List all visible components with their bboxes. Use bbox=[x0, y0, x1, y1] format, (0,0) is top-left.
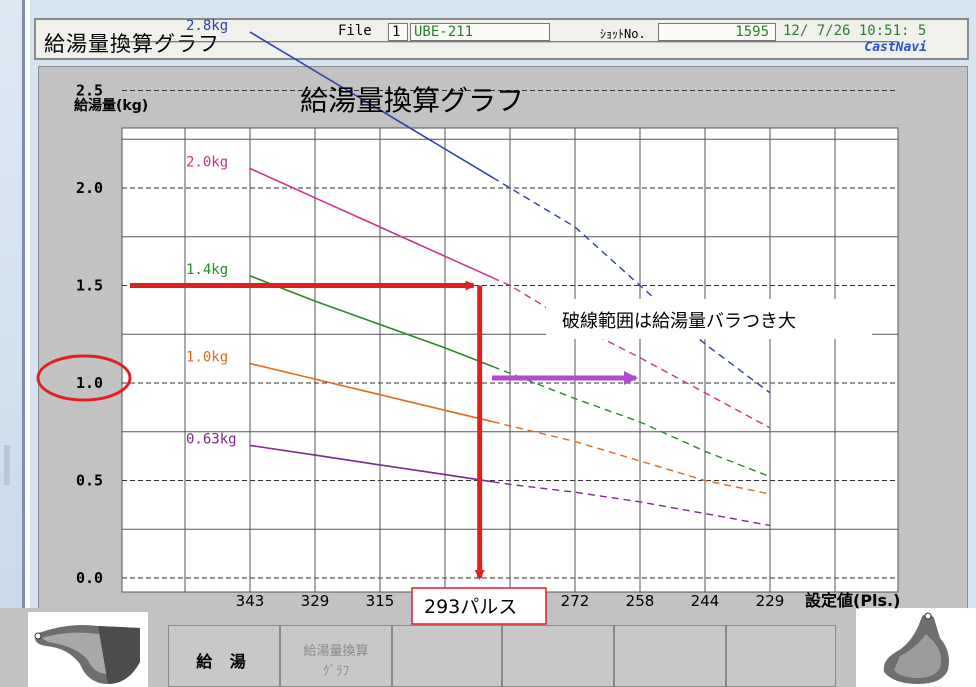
y-tick-label: 1.5 bbox=[76, 277, 103, 295]
x-tick-label: 329 bbox=[301, 592, 330, 610]
y-tick-label: 2.0 bbox=[76, 179, 103, 197]
x-tick-label: 343 bbox=[236, 592, 265, 610]
y-tick-label: 3.0 bbox=[76, 0, 103, 2]
series-label: 2.8kg bbox=[186, 18, 228, 34]
series-label: 1.0kg bbox=[186, 350, 228, 366]
dashed-range-note: 破線範囲は給湯量バラつき大 bbox=[562, 311, 796, 332]
y-tick-label: 1.0 bbox=[76, 374, 103, 392]
series-label: 1.4kg bbox=[186, 262, 228, 278]
y-tick-label: 0.5 bbox=[76, 472, 103, 490]
x-tick-label: 272 bbox=[561, 592, 590, 610]
y-tick-label: 2.5 bbox=[76, 82, 103, 100]
y-axis-label: 給湯量(kg) bbox=[74, 97, 148, 114]
x-tick-label: 315 bbox=[366, 592, 395, 610]
x-tick-label: 229 bbox=[756, 592, 785, 610]
chart-title: 給湯量換算グラフ bbox=[300, 84, 524, 117]
y-tick-labels: 3.0 2.5 2.0 1.5 1.0 0.5 0.0 bbox=[76, 0, 103, 587]
series-label: 2.0kg bbox=[186, 155, 228, 171]
conversion-chart: 2.8kg 2.0kg 1.4kg 1.0kg 0.63kg 3.0 2.5 2.0 1.5 1… bbox=[36, 0, 900, 625]
pulse-label: 293パルス bbox=[424, 596, 517, 618]
series-label: 0.63kg bbox=[186, 431, 237, 447]
x-tick-label: 258 bbox=[626, 592, 655, 610]
y-tick-label: 0.0 bbox=[76, 569, 103, 587]
x-tick-label: 244 bbox=[691, 592, 720, 610]
x-axis-label: 設定値(Pls.) bbox=[805, 591, 900, 610]
